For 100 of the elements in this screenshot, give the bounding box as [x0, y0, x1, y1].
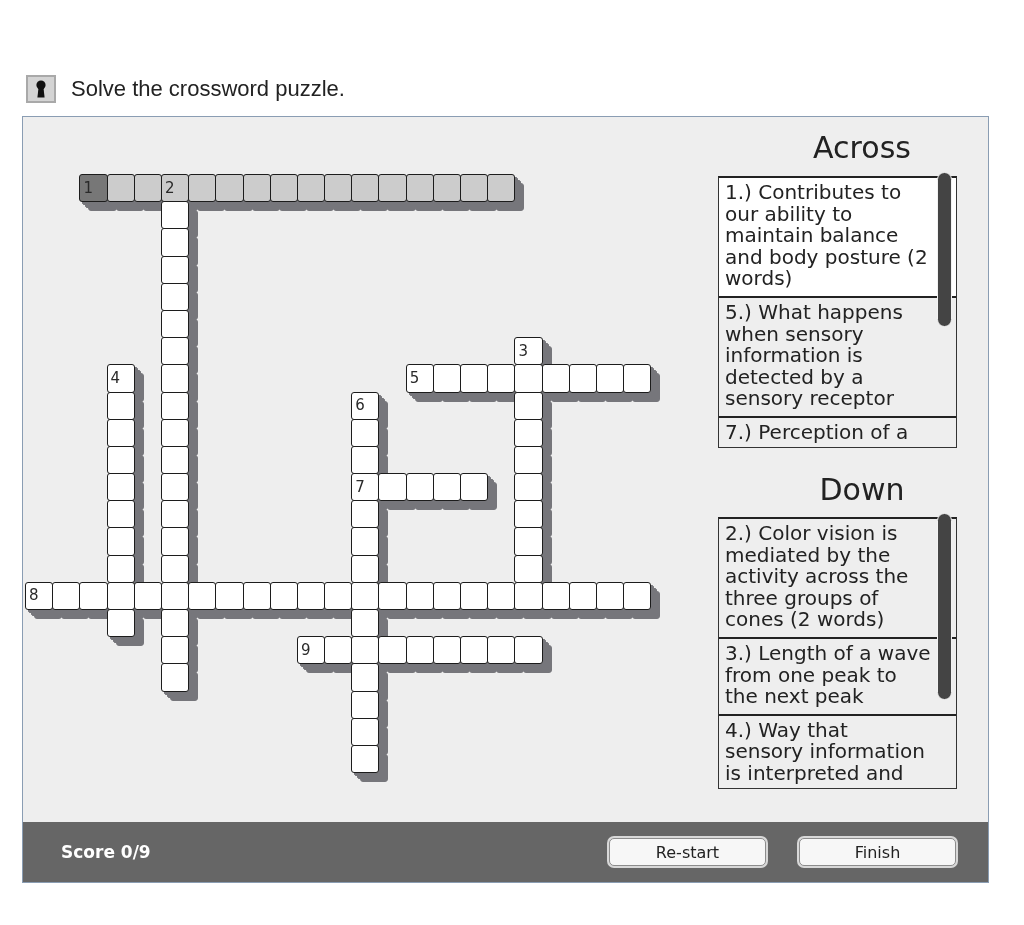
letter-cell[interactable]	[405, 581, 434, 610]
clue-number: 4	[110, 369, 121, 387]
letter-cell[interactable]	[378, 174, 407, 203]
footer-button[interactable]: Finish	[799, 838, 956, 866]
letter-cell[interactable]	[351, 636, 380, 665]
letter-cell[interactable]	[351, 690, 380, 719]
letter-cell[interactable]	[160, 473, 190, 502]
letter-cell[interactable]	[460, 636, 489, 665]
letter-cell[interactable]	[351, 554, 380, 583]
letter-cell[interactable]	[188, 174, 217, 203]
letter-cell[interactable]	[514, 554, 543, 583]
letter-cell[interactable]	[351, 500, 380, 529]
letter-cell[interactable]	[215, 174, 244, 203]
letter-cell[interactable]	[514, 364, 543, 393]
letter-cell[interactable]	[487, 581, 516, 610]
letter-cell[interactable]	[106, 473, 135, 502]
letter-cell[interactable]: 8	[25, 581, 54, 610]
letter-cell[interactable]	[351, 418, 380, 447]
scrollbar-thumb[interactable]	[937, 172, 952, 327]
letter-cell[interactable]	[378, 581, 407, 610]
letter-cell[interactable]	[351, 744, 380, 774]
letter-cell[interactable]: 9	[296, 636, 326, 665]
letter-cell[interactable]	[514, 500, 543, 529]
letter-cell[interactable]	[160, 282, 190, 311]
letter-cell[interactable]	[514, 391, 543, 420]
letter-cell[interactable]	[188, 581, 217, 610]
letter-cell[interactable]	[460, 174, 489, 203]
clue-item[interactable]: 1.) Contributes to our ability to maintain balance and body posture (2 words)	[719, 178, 956, 298]
letter-cell[interactable]	[160, 228, 190, 257]
letter-cell[interactable]	[351, 609, 380, 638]
letter-cell[interactable]	[514, 581, 543, 610]
letter-cell[interactable]	[242, 581, 271, 610]
letter-cell[interactable]: 5	[405, 364, 434, 393]
letter-cell[interactable]	[324, 174, 353, 203]
letter-cell[interactable]	[106, 554, 135, 583]
letter-cell[interactable]	[160, 636, 190, 665]
letter-cell[interactable]	[568, 581, 597, 610]
clue-number: 8	[29, 587, 39, 605]
letter-cell[interactable]	[106, 500, 135, 529]
letter-cell[interactable]	[133, 581, 162, 610]
letter-cell[interactable]	[242, 174, 271, 203]
letter-cell[interactable]	[405, 174, 434, 203]
letter-cell[interactable]	[269, 174, 298, 203]
letter-cell[interactable]	[351, 527, 380, 556]
letter-cell[interactable]	[324, 581, 353, 610]
letter-cell[interactable]	[487, 174, 516, 203]
letter-cell[interactable]	[160, 663, 190, 692]
letter-cell[interactable]	[351, 174, 380, 203]
letter-cell[interactable]	[514, 527, 543, 556]
letter-cell[interactable]	[623, 581, 652, 610]
letter-cell[interactable]	[160, 609, 190, 638]
letter-cell[interactable]	[106, 418, 135, 447]
letter-cell[interactable]	[460, 473, 489, 502]
letter-cell[interactable]	[514, 418, 543, 447]
letter-cell[interactable]	[324, 636, 353, 665]
letter-cell[interactable]	[351, 663, 380, 692]
letter-cell[interactable]	[106, 609, 135, 638]
letter-cell[interactable]	[514, 473, 543, 502]
letter-cell[interactable]: 4	[106, 364, 135, 393]
letter-cell[interactable]	[106, 174, 135, 203]
letter-cell[interactable]: 6	[351, 391, 380, 420]
letter-cell[interactable]	[460, 581, 489, 610]
letter-cell[interactable]	[514, 636, 543, 665]
letter-cell[interactable]	[160, 255, 190, 284]
instruction-text: Solve the crossword puzzle.	[71, 75, 345, 103]
letter-cell[interactable]	[568, 364, 597, 393]
letter-cell[interactable]	[378, 473, 407, 502]
letter-cell[interactable]	[106, 391, 135, 420]
letter-cell[interactable]	[160, 418, 190, 447]
letter-cell[interactable]	[52, 581, 81, 610]
letter-cell[interactable]: 7	[351, 473, 380, 502]
letter-cell[interactable]	[133, 174, 162, 203]
clue-item[interactable]: 4.) Way that sensory information is interpreted and	[719, 715, 956, 788]
letter-cell[interactable]	[405, 636, 434, 665]
letter-cell[interactable]	[160, 364, 190, 393]
letter-cell[interactable]	[79, 581, 108, 610]
clue-number: 3	[518, 342, 528, 360]
letter-cell[interactable]	[160, 337, 190, 366]
letter-cell[interactable]	[487, 364, 516, 393]
letter-cell[interactable]	[160, 201, 190, 230]
letter-cell[interactable]	[160, 527, 190, 556]
letter-cell[interactable]	[160, 554, 190, 583]
letter-cell[interactable]	[487, 636, 516, 665]
clue-number: 2	[164, 179, 175, 197]
letter-cell[interactable]	[160, 500, 190, 529]
footer-button[interactable]: Re-start	[609, 838, 766, 866]
letter-cell[interactable]: 3	[514, 337, 543, 366]
letter-cell[interactable]	[269, 581, 298, 610]
scrollbar-thumb[interactable]	[937, 513, 952, 700]
letter-cell[interactable]	[541, 364, 570, 393]
letter-cell[interactable]	[106, 527, 135, 556]
letter-cell[interactable]	[405, 473, 434, 502]
letter-cell[interactable]	[351, 717, 380, 746]
letter-cell[interactable]	[215, 581, 244, 610]
letter-cell[interactable]	[623, 364, 652, 393]
letter-cell[interactable]	[160, 391, 190, 420]
clue-item[interactable]: 7.) Perception of a	[719, 417, 956, 447]
letter-cell[interactable]	[541, 581, 570, 610]
letter-cell[interactable]	[460, 364, 489, 393]
letter-cell[interactable]	[378, 636, 407, 665]
